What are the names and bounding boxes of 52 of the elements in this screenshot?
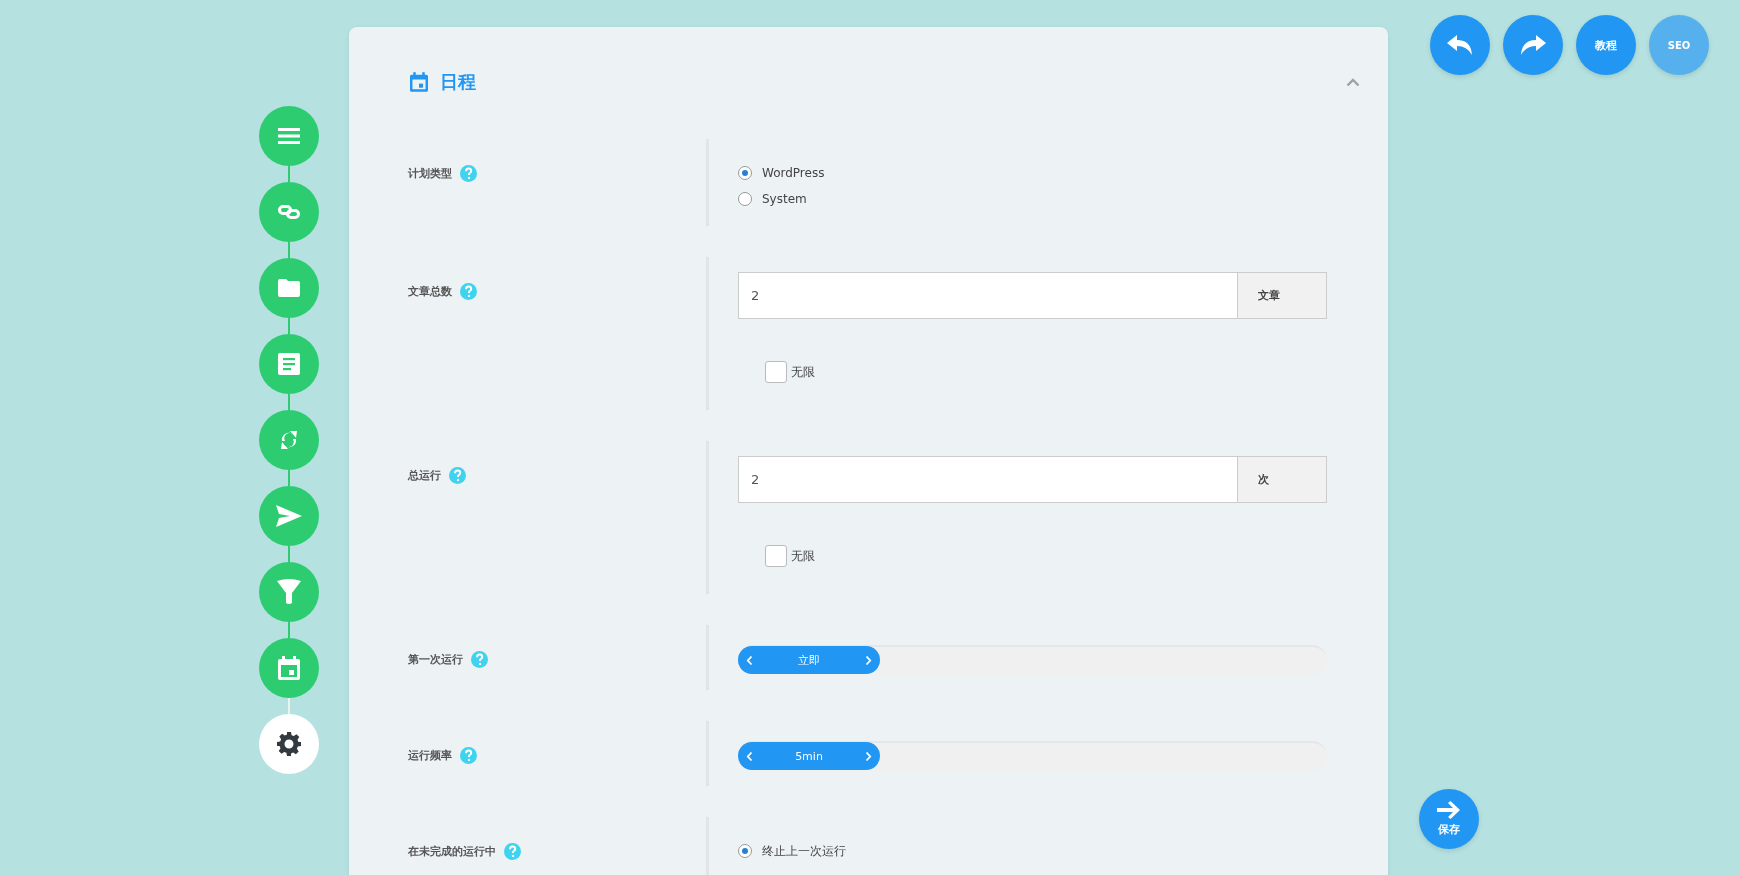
- radio-label: System: [762, 192, 807, 206]
- number-input-field[interactable]: 2: [738, 456, 1237, 503]
- help-icon[interactable]: [471, 650, 488, 668]
- chevron-right-icon[interactable]: [865, 750, 872, 762]
- chevron-left-icon[interactable]: [746, 750, 753, 762]
- refresh-icon: [279, 428, 299, 452]
- radio-label: 终止上一次运行: [762, 842, 846, 860]
- help-icon[interactable]: [460, 282, 477, 300]
- menu-icon: [278, 127, 300, 145]
- help-icon[interactable]: [460, 746, 477, 764]
- calendar-icon: [410, 72, 428, 92]
- redo-arrow-icon: [1520, 35, 1546, 55]
- funnel-icon: [277, 579, 301, 605]
- value-stepper[interactable]: 立即: [738, 646, 880, 674]
- radio-button[interactable]: [738, 166, 752, 180]
- sidebar-step-button[interactable]: [259, 714, 319, 774]
- field-label: 在未完成的运行中: [408, 843, 496, 859]
- arrow-right-icon: [1437, 801, 1461, 819]
- field-label: 第一次运行: [408, 651, 463, 667]
- field-label: 文章总数: [408, 283, 452, 299]
- unit-addon: 次: [1237, 456, 1327, 503]
- undo-button[interactable]: [1430, 15, 1490, 75]
- radio-button[interactable]: [738, 844, 752, 858]
- settings-icon: [277, 732, 301, 756]
- radio-button[interactable]: [738, 192, 752, 206]
- collapse-chevron-icon[interactable]: [1346, 77, 1360, 87]
- calendar-icon: [278, 656, 300, 680]
- help-icon[interactable]: [504, 842, 521, 860]
- checkbox[interactable]: [765, 545, 787, 567]
- radio-label: WordPress: [762, 166, 825, 180]
- help-icon[interactable]: [449, 466, 466, 484]
- field-label: 总运行: [408, 467, 441, 483]
- chevron-left-icon[interactable]: [746, 654, 753, 666]
- save-button[interactable]: 保存: [1419, 789, 1479, 849]
- chevron-right-icon[interactable]: [865, 654, 872, 666]
- help-icon[interactable]: [460, 164, 477, 182]
- field-label: 计划类型: [408, 165, 452, 181]
- checkbox[interactable]: [765, 361, 787, 383]
- number-input-field[interactable]: 2: [738, 272, 1237, 319]
- checkbox-label: 无限: [791, 363, 815, 381]
- document-icon: [278, 353, 300, 375]
- unit-addon: 文章: [1237, 272, 1327, 319]
- value-stepper[interactable]: 5min: [738, 742, 880, 770]
- link-icon: [278, 205, 300, 219]
- toolbar-button[interactable]: 教程: [1576, 15, 1636, 75]
- section-title: 日程: [440, 70, 476, 94]
- redo-button[interactable]: [1503, 15, 1563, 75]
- checkbox-label: 无限: [791, 547, 815, 565]
- undo-arrow-icon: [1447, 35, 1473, 55]
- send-icon: [276, 505, 302, 527]
- field-label: 运行频率: [408, 747, 452, 763]
- folder-icon: [278, 279, 300, 297]
